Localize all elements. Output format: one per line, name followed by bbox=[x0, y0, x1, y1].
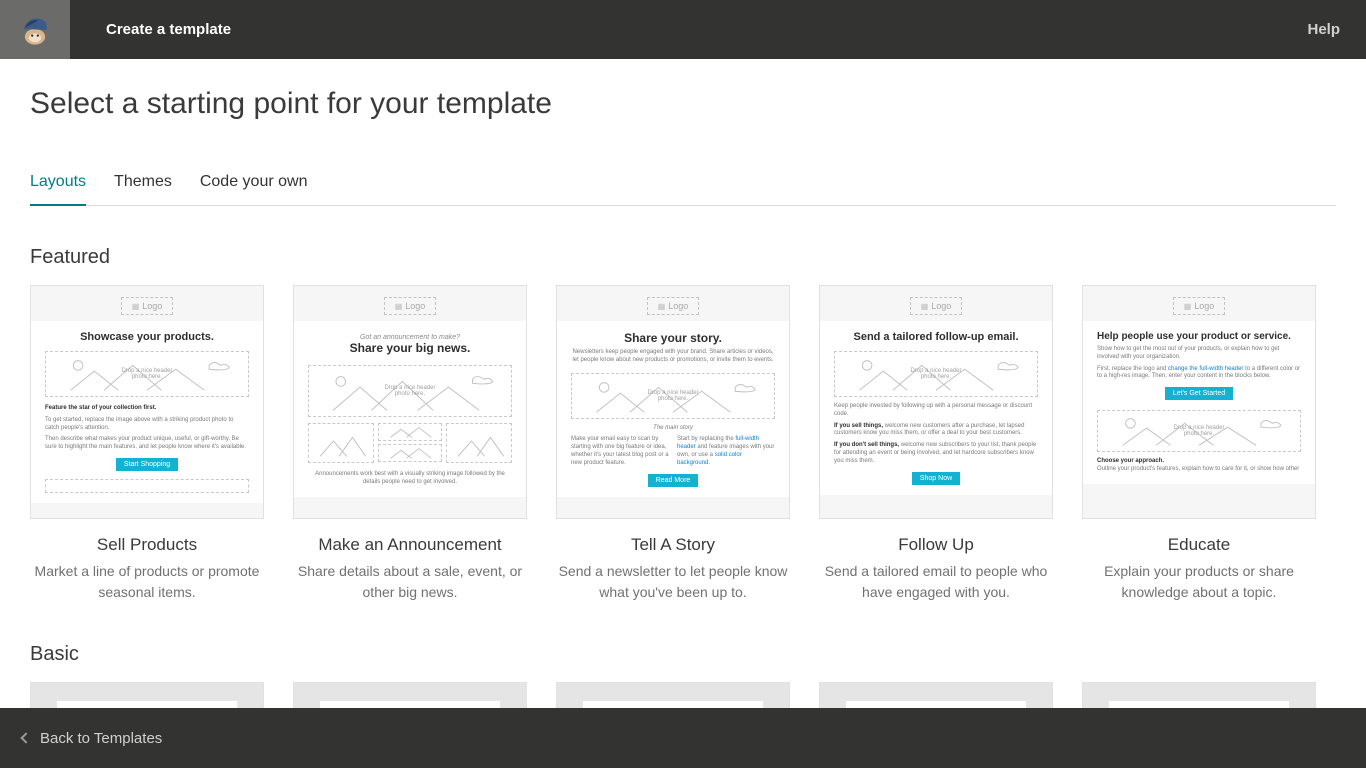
image-placeholder: Drop a nice headerphoto here. bbox=[834, 351, 1038, 397]
preview-headline: Share your big news. bbox=[308, 341, 512, 355]
preview-copy: If you don't sell things, welcome new su… bbox=[834, 442, 1038, 465]
card-title: Make an Announcement bbox=[293, 535, 527, 555]
top-bar-left: Create a template bbox=[0, 0, 231, 59]
back-label: Back to Templates bbox=[40, 730, 162, 747]
card-desc: Market a line of products or promote sea… bbox=[30, 561, 264, 603]
image-placeholder: Drop a nice headerphoto here. bbox=[45, 351, 249, 397]
card-desc: Explain your products or share knowledge… bbox=[1082, 561, 1316, 603]
preview-copy: Keep people invested by following up wit… bbox=[834, 403, 1038, 419]
page-context-title: Create a template bbox=[106, 21, 231, 38]
logo-placeholder: Logo bbox=[121, 297, 174, 315]
card-title: Educate bbox=[1082, 535, 1316, 555]
tab-themes[interactable]: Themes bbox=[114, 173, 172, 205]
page-heading: Select a starting point for your templat… bbox=[30, 87, 1336, 121]
image-placeholder bbox=[45, 479, 249, 493]
image-placeholder bbox=[378, 444, 442, 462]
template-preview: Logo Help people use your product or ser… bbox=[1082, 285, 1316, 519]
template-card-tell-story[interactable]: Logo Share your story. Newsletters keep … bbox=[556, 285, 790, 603]
template-card-basic-5[interactable] bbox=[1082, 682, 1316, 708]
template-card-basic-2[interactable] bbox=[293, 682, 527, 708]
logo-placeholder: Logo bbox=[910, 297, 963, 315]
preview-button: Read More bbox=[648, 474, 699, 487]
preview-headline: Send a tailored follow-up email. bbox=[834, 331, 1038, 343]
image-placeholder: Drop a nice headerphoto here. bbox=[571, 373, 775, 419]
preview-copy: Show how to get the most out of your pro… bbox=[1097, 346, 1301, 362]
tab-code-your-own[interactable]: Code your own bbox=[200, 173, 308, 205]
template-card-follow-up[interactable]: Logo Send a tailored follow-up email. Dr… bbox=[819, 285, 1053, 603]
image-placeholder: Drop a nice headerphoto here. bbox=[308, 365, 512, 417]
preview-button: Shop Now bbox=[912, 472, 960, 485]
featured-row: Logo Showcase your products. Drop a nice… bbox=[30, 285, 1336, 603]
template-card-basic-1[interactable] bbox=[30, 682, 264, 708]
main-scroll[interactable]: Select a starting point for your templat… bbox=[0, 59, 1366, 708]
help-link[interactable]: Help bbox=[1307, 21, 1340, 38]
card-desc: Send a newsletter to let people know wha… bbox=[556, 561, 790, 603]
preview-headline: Help people use your product or service. bbox=[1097, 331, 1301, 342]
basic-row bbox=[30, 682, 1336, 708]
template-preview bbox=[819, 682, 1053, 708]
template-preview: Logo Send a tailored follow-up email. Dr… bbox=[819, 285, 1053, 519]
template-preview: Logo Got an announcement to make? Share … bbox=[293, 285, 527, 519]
preview-copy: Outline your product's features, explain… bbox=[1097, 466, 1301, 474]
preview-headline: Share your story. bbox=[571, 331, 775, 345]
card-desc: Send a tailored email to people who have… bbox=[819, 561, 1053, 603]
card-title: Tell A Story bbox=[556, 535, 790, 555]
template-preview bbox=[30, 682, 264, 708]
preview-copy: Start by replacing the full-width header… bbox=[677, 436, 775, 467]
card-desc: Share details about a sale, event, or ot… bbox=[293, 561, 527, 603]
template-preview: Logo Share your story. Newsletters keep … bbox=[556, 285, 790, 519]
preview-copy: Newsletters keep people engaged with you… bbox=[571, 349, 775, 365]
template-card-basic-3[interactable] bbox=[556, 682, 790, 708]
image-placeholder: Drop a nice headerphoto here. bbox=[1097, 410, 1301, 452]
image-placeholder bbox=[308, 423, 374, 463]
logo-placeholder: Logo bbox=[647, 297, 700, 315]
logo-placeholder: Logo bbox=[384, 297, 437, 315]
template-card-sell-products[interactable]: Logo Showcase your products. Drop a nice… bbox=[30, 285, 264, 603]
back-to-templates-link[interactable]: Back to Templates bbox=[22, 730, 162, 747]
section-title-basic: Basic bbox=[30, 643, 1336, 666]
preview-headline: Showcase your products. bbox=[45, 331, 249, 343]
chevron-left-icon bbox=[20, 732, 31, 743]
template-preview bbox=[556, 682, 790, 708]
template-preview: Logo Showcase your products. Drop a nice… bbox=[30, 285, 264, 519]
preview-copy: If you sell things, welcome new customer… bbox=[834, 423, 1038, 439]
section-title-featured: Featured bbox=[30, 246, 1336, 269]
template-card-make-announcement[interactable]: Logo Got an announcement to make? Share … bbox=[293, 285, 527, 603]
main-content: Select a starting point for your templat… bbox=[0, 59, 1366, 708]
card-title: Follow Up bbox=[819, 535, 1053, 555]
bottom-bar: Back to Templates bbox=[0, 708, 1366, 768]
image-placeholder bbox=[446, 423, 512, 463]
logo-placeholder: Logo bbox=[1173, 297, 1226, 315]
preview-copy: Then describe what makes your product un… bbox=[45, 436, 249, 452]
top-bar: Create a template Help bbox=[0, 0, 1366, 59]
preview-copy: Make your email easy to scan by starting… bbox=[571, 436, 669, 467]
preview-copy: First, replace the logo and change the f… bbox=[1097, 366, 1301, 382]
template-card-basic-4[interactable] bbox=[819, 682, 1053, 708]
tabs: Layouts Themes Code your own bbox=[30, 173, 1336, 206]
preview-button: Start Shopping bbox=[116, 458, 178, 471]
preview-pretext: Got an announcement to make? bbox=[308, 334, 512, 341]
preview-subhead: Feature the star of your collection firs… bbox=[45, 405, 156, 411]
template-preview bbox=[1082, 682, 1316, 708]
preview-copy: Announcements work best with a visually … bbox=[308, 471, 512, 487]
mailchimp-icon bbox=[17, 12, 53, 48]
preview-copy: To get started, replace the image above … bbox=[45, 417, 249, 433]
brand-logo[interactable] bbox=[0, 0, 70, 59]
preview-section-title: The main story bbox=[571, 425, 775, 433]
preview-footer-title: Choose your approach. bbox=[1097, 458, 1164, 464]
preview-button: Let's Get Started bbox=[1165, 387, 1233, 400]
template-card-educate[interactable]: Logo Help people use your product or ser… bbox=[1082, 285, 1316, 603]
template-preview bbox=[293, 682, 527, 708]
card-title: Sell Products bbox=[30, 535, 264, 555]
tab-layouts[interactable]: Layouts bbox=[30, 173, 86, 206]
image-placeholder bbox=[378, 423, 442, 441]
